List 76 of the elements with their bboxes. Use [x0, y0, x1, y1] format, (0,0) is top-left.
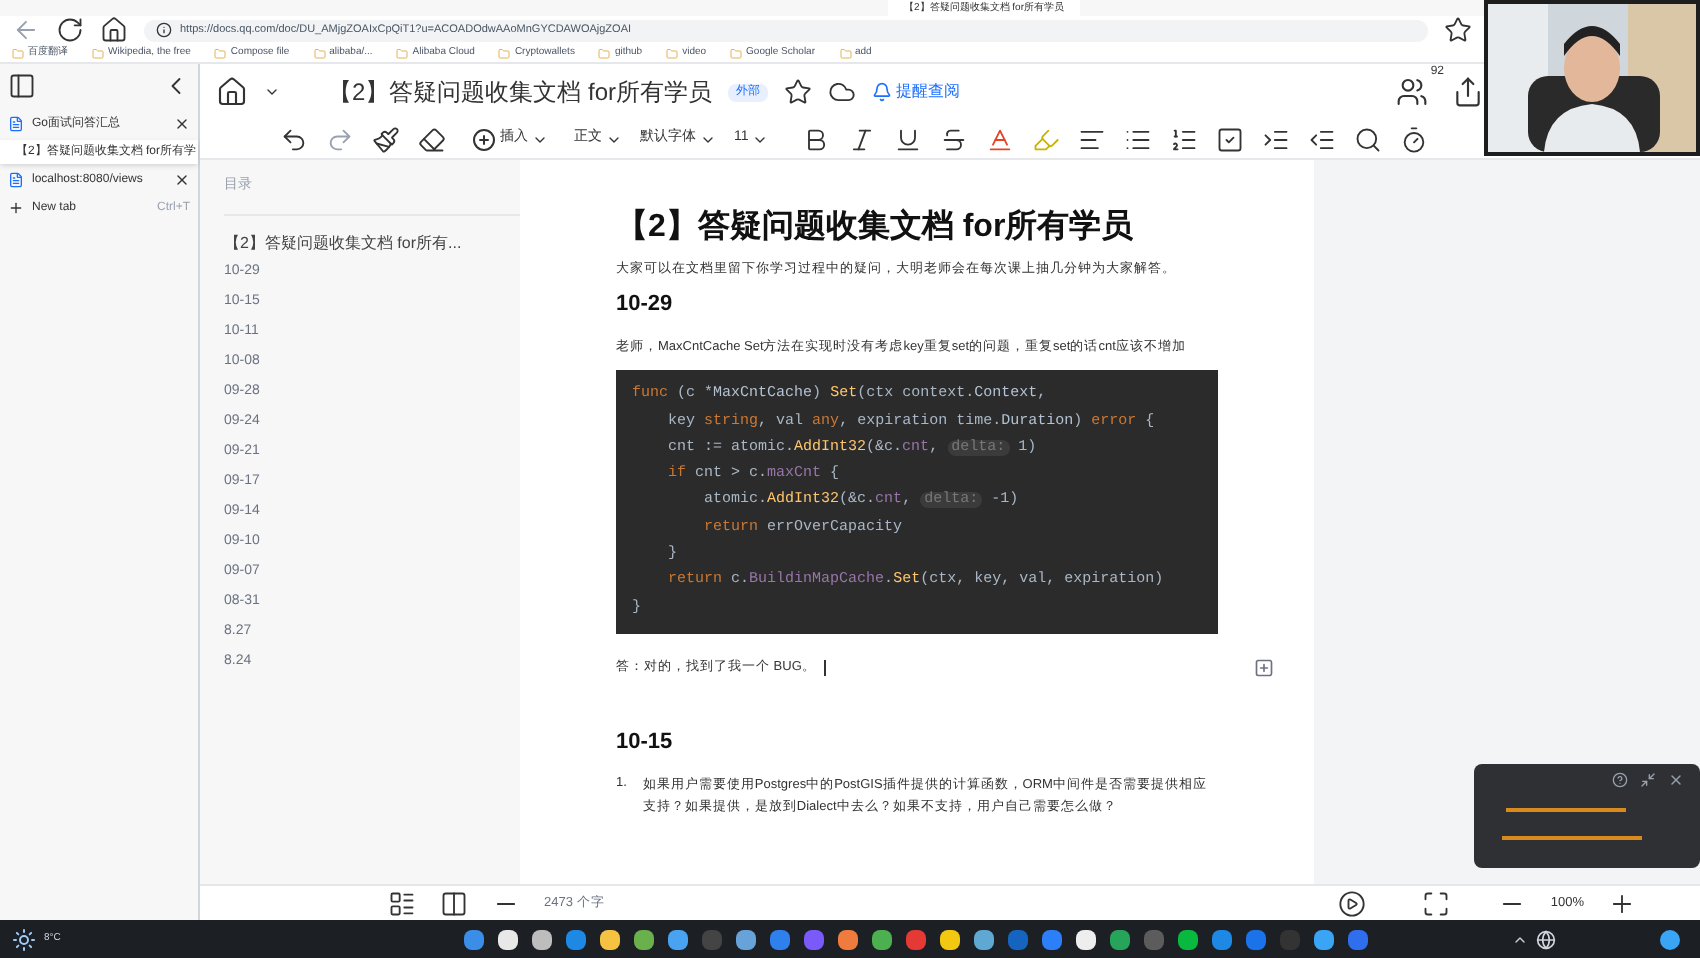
page-icon [8, 116, 24, 132]
zoom-in-icon[interactable] [1608, 889, 1636, 917]
collaborators-icon[interactable] [1396, 76, 1428, 108]
outline-item[interactable]: 【2】答疑问题收集文档 for所有... [224, 231, 520, 261]
bold-icon[interactable] [802, 125, 831, 153]
italic-icon[interactable] [848, 125, 877, 153]
page-view-icon[interactable] [388, 889, 416, 917]
add-comment-icon[interactable] [1254, 657, 1274, 678]
reload-icon[interactable] [56, 16, 84, 44]
checkbox-icon[interactable] [1216, 125, 1245, 153]
align-icon[interactable] [1078, 125, 1107, 153]
taskbar-app-icon[interactable] [634, 929, 655, 949]
underline-icon[interactable] [894, 125, 923, 153]
cloud-icon[interactable] [828, 78, 857, 106]
document-title: 【2】答疑问题收集文档 for所有学员 [328, 76, 713, 110]
folder-icon [92, 47, 104, 59]
plus-icon [472, 127, 496, 151]
search-icon[interactable] [1354, 125, 1383, 153]
weather-icon[interactable] [12, 927, 36, 951]
font-color-icon[interactable] [986, 125, 1015, 153]
taskbar-app-icon[interactable] [1314, 929, 1335, 949]
folder-icon [666, 47, 679, 59]
taskbar-app-icon[interactable] [974, 929, 995, 949]
sidebar-icon[interactable] [8, 72, 36, 100]
notification-icon[interactable] [1660, 929, 1680, 949]
folder-icon [12, 47, 24, 59]
taskbar-app-icon[interactable] [668, 929, 689, 949]
fullscreen-icon[interactable] [1422, 889, 1451, 917]
taskbar-app-icon[interactable] [1076, 929, 1097, 949]
indent-icon[interactable] [1262, 125, 1291, 153]
taskbar-app-icon[interactable] [532, 929, 553, 949]
section-heading: 10-29 [616, 289, 675, 320]
timer-icon[interactable] [1400, 125, 1429, 153]
redo-icon[interactable] [326, 125, 354, 153]
folder-icon [730, 47, 743, 59]
undo-icon[interactable] [280, 125, 308, 153]
eraser-icon[interactable] [418, 125, 446, 153]
numbered-list-icon[interactable] [1170, 125, 1199, 153]
folder-icon [498, 47, 511, 59]
star-icon[interactable] [1444, 16, 1472, 44]
home-icon[interactable] [100, 16, 128, 44]
network-icon[interactable] [1536, 929, 1556, 949]
strikethrough-icon[interactable] [940, 125, 969, 153]
remind-link[interactable]: 提醒查阅 [872, 80, 961, 104]
outdent-icon[interactable] [1308, 125, 1337, 153]
layout-icon[interactable] [440, 889, 468, 917]
close-icon[interactable] [174, 116, 190, 132]
folder-icon [839, 47, 851, 59]
taskbar-app-icon[interactable] [498, 929, 519, 949]
play-icon[interactable] [1338, 889, 1367, 917]
folder-icon [598, 47, 611, 59]
section-heading: 10-15 [616, 727, 675, 758]
bell-icon [872, 82, 893, 102]
back-icon[interactable] [12, 16, 40, 44]
document-heading: 【2】答疑问题收集文档 for所有学员 [616, 206, 1136, 248]
taskbar-app-icon[interactable] [838, 929, 859, 949]
help-icon[interactable] [1612, 772, 1628, 788]
taskbar-app-icon[interactable] [736, 929, 757, 949]
caret-icon[interactable] [264, 84, 280, 100]
format-painter-icon[interactable] [372, 125, 400, 153]
taskbar-app-icon[interactable] [872, 929, 893, 949]
folder-icon [313, 47, 326, 59]
plus-icon [8, 200, 24, 216]
close-icon[interactable] [174, 172, 190, 188]
taskbar-app-icon[interactable] [940, 929, 961, 949]
star-icon[interactable] [784, 78, 813, 106]
folder-icon [396, 47, 409, 59]
info-icon [156, 22, 172, 38]
taskbar-app-icon[interactable] [600, 929, 621, 949]
share-icon[interactable] [1452, 76, 1484, 108]
close-icon[interactable] [1668, 772, 1684, 788]
shrink-icon[interactable] [1640, 772, 1656, 788]
home-icon[interactable] [216, 76, 248, 108]
taskbar-app-icon[interactable] [1178, 929, 1199, 949]
folder-icon [214, 47, 227, 59]
page-icon [8, 172, 24, 188]
